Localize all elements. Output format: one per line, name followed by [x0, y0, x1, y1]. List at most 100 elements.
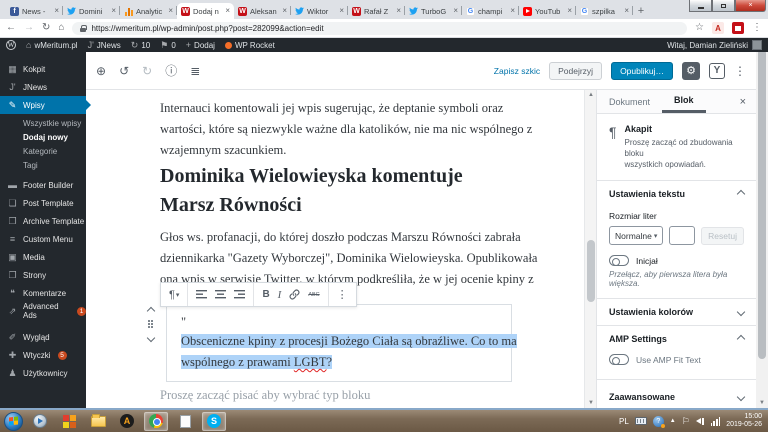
close-button[interactable]: ×: [735, 0, 766, 12]
sidebar-item-kokpit[interactable]: ▦ Kokpit: [0, 60, 86, 78]
bookmark-star-icon[interactable]: ☆: [695, 23, 704, 33]
admin-bar-wprocket[interactable]: WP Rocket: [225, 41, 275, 50]
selected-paragraph-block[interactable]: " Obsceniczne kpiny z procesji Bożego Ci…: [166, 304, 512, 382]
taskbar-notepad[interactable]: [173, 412, 197, 431]
new-tab-button[interactable]: +: [633, 3, 649, 19]
back-icon[interactable]: ←: [6, 23, 16, 33]
heading-block[interactable]: Dominika Wielowieyska komentuje Marsz Ró…: [160, 162, 512, 220]
sidebar-item-wyglad[interactable]: ✐ Wygląd: [0, 328, 86, 346]
submenu-item-tagi[interactable]: Tagi: [0, 158, 86, 172]
move-up-icon[interactable]: [147, 307, 155, 315]
submenu-item-dodaj-nowy[interactable]: Dodaj nowy: [0, 130, 86, 144]
tab-close-icon[interactable]: ×: [510, 7, 515, 15]
taskbar-clock[interactable]: 15:00 2019-05-26: [726, 413, 762, 429]
browser-tab[interactable]: W Rafał Z ×: [348, 3, 405, 19]
show-hidden-icons[interactable]: ▲: [670, 418, 676, 424]
more-options-icon[interactable]: ⋮: [734, 64, 746, 78]
panel-color-settings-header[interactable]: Ustawienia kolorów: [597, 299, 756, 325]
padlock-icon[interactable]: [80, 25, 86, 32]
undo-icon[interactable]: ↺: [119, 64, 129, 78]
link-icon[interactable]: [289, 289, 300, 300]
tab-close-icon[interactable]: ×: [168, 7, 173, 15]
move-down-icon[interactable]: [147, 334, 155, 342]
browser-scrollbar[interactable]: ▲ ▼: [756, 38, 768, 408]
content-info-icon[interactable]: ⓘ: [165, 62, 177, 79]
dropcap-toggle[interactable]: [609, 255, 629, 266]
sidebar-item-footer-builder[interactable]: ▬ Footer Builder: [0, 176, 86, 194]
sidebar-item-archive-template[interactable]: ❒ Archive Template: [0, 212, 86, 230]
keyboard-icon[interactable]: [635, 417, 647, 425]
start-button[interactable]: [4, 412, 23, 431]
sidebar-item-strony[interactable]: ❐ Strony: [0, 266, 86, 284]
tab-close-icon[interactable]: ×: [453, 7, 458, 15]
panel-text-settings-header[interactable]: Ustawienia tekstu: [597, 181, 756, 207]
browser-menu-icon[interactable]: ⋮: [752, 23, 762, 33]
language-indicator[interactable]: PL: [619, 417, 629, 426]
block-navigation-icon[interactable]: ≣: [190, 64, 200, 78]
tab-document[interactable]: Dokument: [597, 90, 662, 113]
panel-amp-settings-header[interactable]: AMP Settings: [597, 326, 756, 352]
add-block-icon[interactable]: ⊕: [96, 64, 106, 78]
browser-tab[interactable]: Domini ×: [63, 3, 120, 19]
sidebar-item-wtyczki[interactable]: ✚ Wtyczki 5: [0, 346, 86, 364]
submenu-item-wszystkie-wpisy[interactable]: Wszystkie wpisy: [0, 116, 86, 130]
taskbar-explorer[interactable]: [86, 412, 110, 431]
reload-icon[interactable]: ↻: [42, 23, 50, 33]
yoast-icon[interactable]: Y: [709, 63, 725, 79]
tab-close-icon[interactable]: ×: [624, 7, 629, 15]
align-left-icon[interactable]: [196, 290, 207, 299]
redo-icon[interactable]: ↻: [142, 64, 152, 78]
tab-block[interactable]: Blok: [662, 90, 706, 113]
scrollbar-thumb[interactable]: [587, 240, 595, 302]
browser-tab[interactable]: f News - ×: [6, 3, 63, 19]
sidebar-item-custom-menu[interactable]: ≡ Custom Menu: [0, 230, 86, 248]
help-icon[interactable]: ?: [653, 416, 664, 427]
submenu-item-kategorie[interactable]: Kategorie: [0, 144, 86, 158]
editor-scrollbar[interactable]: ▲ ▼: [584, 90, 596, 408]
tab-close-icon[interactable]: ×: [282, 7, 287, 15]
amp-fit-text-toggle[interactable]: [609, 354, 629, 365]
tab-close-icon[interactable]: ×: [567, 7, 572, 15]
font-size-select[interactable]: Normalne ▾: [609, 226, 663, 245]
more-options-icon[interactable]: ⋮: [337, 288, 348, 301]
sidebar-item-komentarze[interactable]: ❝ Komentarze: [0, 284, 86, 302]
browser-tab[interactable]: W Aleksan ×: [234, 3, 291, 19]
network-icon[interactable]: [711, 417, 720, 426]
taskbar-aimp[interactable]: A: [115, 412, 139, 431]
admin-bar-jnews[interactable]: J' JNews: [88, 40, 121, 50]
sidebar-item-jnews[interactable]: J' JNews: [0, 78, 86, 96]
browser-tab[interactable]: G szpilka ×: [576, 3, 633, 19]
save-draft-button[interactable]: Zapisz szkic: [494, 66, 540, 76]
preview-button[interactable]: Podejrzyj: [549, 62, 602, 80]
browser-tab[interactable]: YouTub ×: [519, 3, 576, 19]
browser-tab-active[interactable]: W Dodaj n ×: [177, 3, 234, 19]
scrollbar-thumb[interactable]: [758, 49, 766, 359]
strikethrough-icon[interactable]: ABC: [308, 292, 319, 298]
block-appender-placeholder[interactable]: Proszę zacząć pisać aby wybrać typ bloku: [160, 388, 370, 403]
maximize-button[interactable]: [712, 0, 735, 12]
scroll-down-icon[interactable]: ▼: [756, 398, 768, 408]
browser-tab[interactable]: G champi ×: [462, 3, 519, 19]
admin-bar-new[interactable]: + Dodaj: [186, 40, 215, 50]
forward-icon[interactable]: →: [24, 23, 34, 33]
tab-close-icon[interactable]: ×: [111, 7, 116, 15]
sidebar-item-wpisy[interactable]: ✎ Wpisy: [0, 96, 86, 114]
taskbar-photo-viewer[interactable]: [57, 412, 81, 431]
page-url[interactable]: https://wmeritum.pl/wp-admin/post.php?po…: [91, 24, 323, 33]
browser-tab[interactable]: Wiktor ×: [291, 3, 348, 19]
font-size-input[interactable]: [669, 226, 695, 245]
italic-icon[interactable]: I: [278, 289, 282, 301]
admin-bar-site[interactable]: ⌂ wMeritum.pl: [26, 40, 78, 50]
admin-bar-updates[interactable]: ↻ 10: [131, 40, 150, 51]
paragraph-block[interactable]: Głos ws. profanacji, do której doszło po…: [160, 227, 512, 290]
reset-button[interactable]: Resetuj: [701, 227, 744, 245]
taskbar-chrome[interactable]: [144, 412, 168, 431]
minimize-button[interactable]: [689, 0, 712, 12]
paragraph-block[interactable]: Internauci komentowali jej wpis sugerują…: [160, 98, 512, 161]
bold-icon[interactable]: B: [262, 289, 269, 300]
sidebar-item-advanced-ads[interactable]: ⇗ Advanced Ads 1: [0, 302, 86, 320]
wordpress-logo-icon[interactable]: W: [6, 40, 16, 50]
address-bar[interactable]: https://wmeritum.pl/wp-admin/post.php?po…: [72, 22, 687, 35]
home-icon[interactable]: ⌂: [58, 23, 64, 33]
align-right-icon[interactable]: [234, 290, 245, 299]
